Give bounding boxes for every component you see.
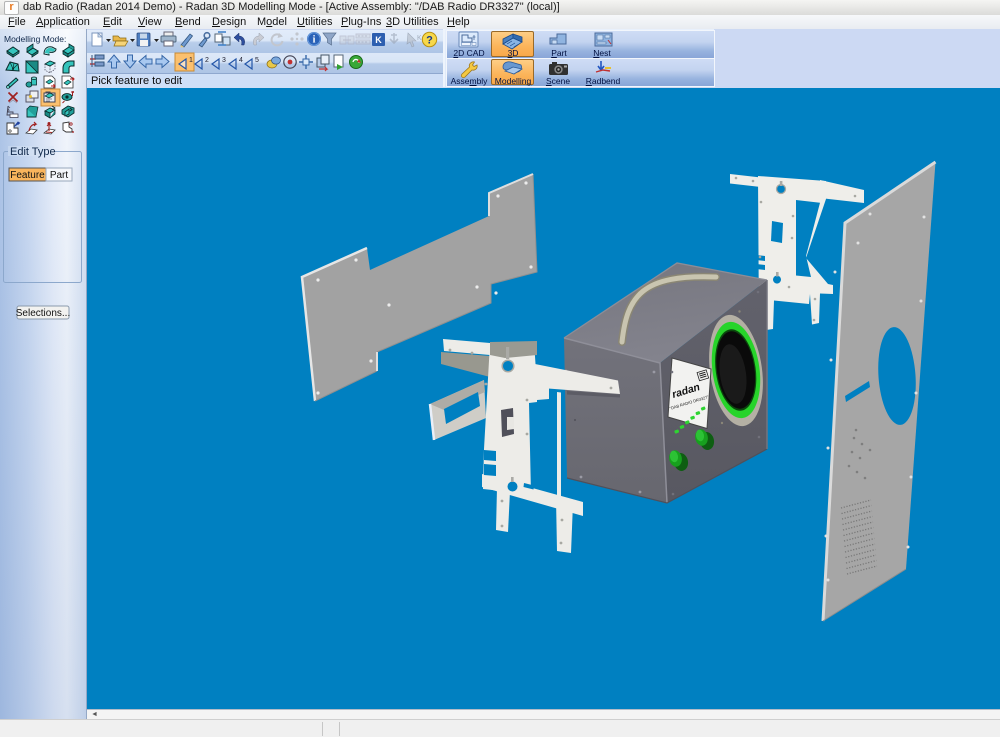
svg-text:K: K	[417, 35, 422, 42]
svg-text:Feature: Feature	[10, 170, 45, 181]
svg-text:1: 1	[189, 57, 193, 64]
svg-text:Part: Part	[50, 170, 69, 181]
svg-text:4: 4	[239, 57, 243, 64]
svg-text:5: 5	[255, 57, 259, 64]
svg-text:Edit Type: Edit Type	[10, 146, 56, 158]
svg-text:Selections...: Selections...	[16, 308, 70, 319]
svg-text:i: i	[313, 35, 316, 46]
svg-text:2: 2	[205, 57, 209, 64]
svg-text:?: ?	[426, 35, 433, 47]
svg-text:K: K	[375, 35, 382, 45]
svg-text:3: 3	[222, 57, 226, 64]
